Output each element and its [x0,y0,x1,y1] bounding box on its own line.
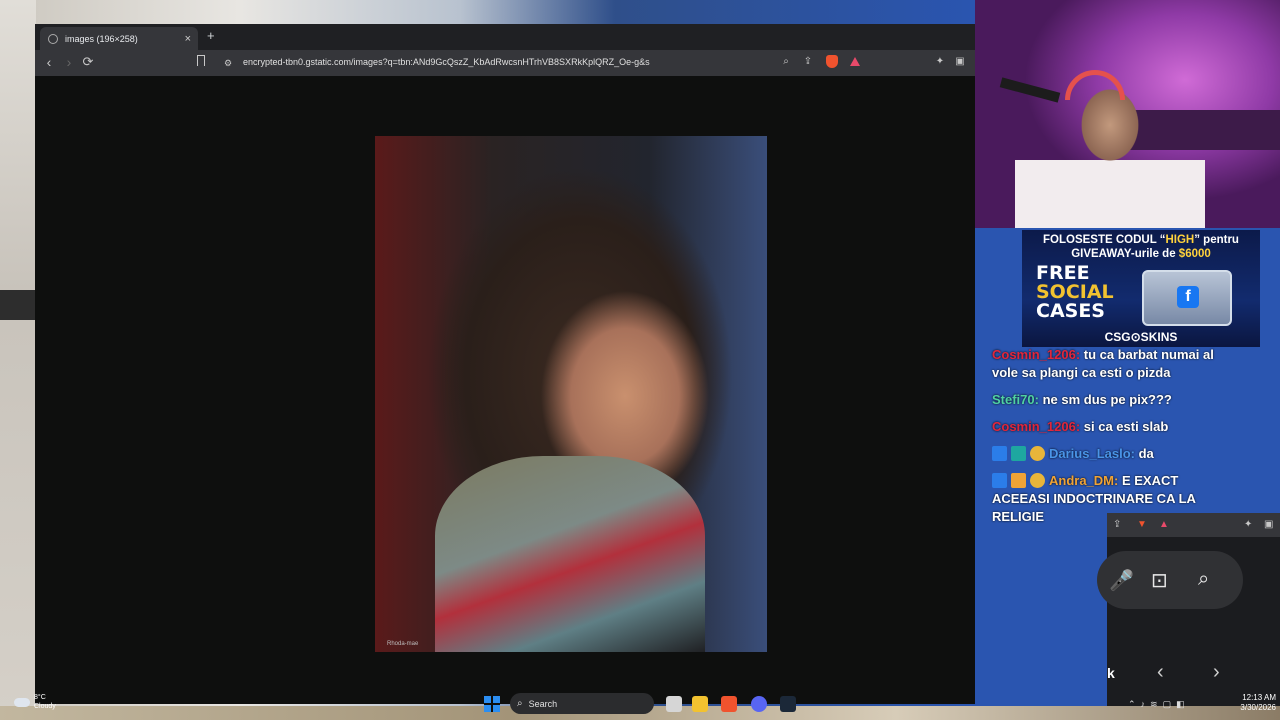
background-left-strip [0,0,36,720]
portrait-scarf [435,456,705,652]
second-browser-window: ⇪ ▼ ▲ ✦ ▣ 🎤 ⊡ ⌕ k ‹ › [1097,513,1280,706]
taskbar-search[interactable]: ⌕ Search [510,693,654,714]
chat-message: Cosmin_1206: tu ca barbat numai al [992,347,1214,362]
camera-search-icon[interactable]: ⊡ [1151,568,1168,593]
search-icon: ⌕ [517,698,523,709]
discord-icon[interactable] [751,696,767,712]
search-icon[interactable]: ⌕ [1198,568,1209,591]
sponsor-line-2: GIVEAWAY-urile de $6000 [1071,248,1211,260]
brave-rewards-icon[interactable]: ▲ [1159,519,1169,530]
extensions-icon[interactable]: ✦ [933,56,947,67]
file-explorer-icon[interactable] [692,696,708,712]
steam-icon[interactable] [780,696,796,712]
second-window-toolbar [1107,513,1280,537]
sponsor-brand: CSG⊙SKINS [1104,330,1178,344]
chat-message: Cosmin_1206: si ca esti slab [992,419,1169,434]
sponsor-banner: FOLOSESTE CODUL “HIGH” pentru GIVEAWAY-u… [1022,230,1260,347]
share-icon[interactable]: ⇪ [801,56,815,67]
brave-rewards-icon[interactable] [850,57,860,66]
weather-widget[interactable]: 8°C Cloudy [14,693,56,711]
globe-icon [48,33,58,44]
clock[interactable]: 12:13 AM 3/30/2026 [1228,693,1276,713]
system-tray: ⌃♪≋▢◧ 12:13 AM 3/30/2026 [1128,692,1280,720]
chat-message: Darius_Laslo: da [992,445,1232,463]
badge-icon [1011,473,1026,488]
crate-image: f [1142,270,1232,326]
chat-message: vole sa plangi ca esti o pizda [992,365,1171,380]
back-button[interactable]: ‹ [40,54,58,70]
brave-shields-icon[interactable]: ▼ [1137,519,1147,530]
browser-window: images (196×258) × + ‹ › ⟳ ⚙ encrypted-t… [35,24,975,704]
sidebar-icon[interactable]: ▣ [1264,519,1273,530]
tray-icons[interactable]: ⌃♪≋▢◧ [1128,699,1190,710]
zoom-icon[interactable]: ⌕ [779,56,793,67]
reload-button[interactable]: ⟳ [79,54,97,70]
image-watermark: Rhoda-mae [387,641,419,647]
site-settings-icon[interactable]: ⚙ [224,58,232,69]
chat-message: Stefi70: ne sm dus pe pix??? [992,392,1172,407]
badge-icon [1011,446,1026,461]
badge-icon [992,446,1007,461]
chat-overlay: Cosmin_1206: tu ca barbat numai al vole … [992,346,1232,535]
share-icon[interactable]: ⇪ [1113,519,1121,530]
partial-text: k [1107,665,1115,681]
weather-desc: Cloudy [34,703,56,710]
microphone-arm [999,77,1061,103]
sponsor-promo: FREE SOCIAL CASES [1036,262,1114,322]
brave-taskbar-icon[interactable] [721,696,737,712]
taskbar-search-label: Search [528,698,558,709]
tab-title: images (196×258) [65,33,138,44]
background-dark-bar [0,290,36,320]
sponsor-line-1: FOLOSESTE CODUL “HIGH” pentru [1043,234,1239,246]
close-tab-icon[interactable]: × [185,33,191,45]
tab-images[interactable]: images (196×258) × [40,27,198,50]
extensions-icon[interactable]: ✦ [1244,519,1252,530]
weather-temp: 8°C [34,694,46,701]
forward-button[interactable]: › [60,54,78,70]
bookmark-icon[interactable] [197,55,205,66]
clock-time: 12:13 AM [1242,693,1276,702]
cloud-icon [14,697,30,707]
task-view-icon[interactable] [666,696,682,712]
new-tab-button[interactable]: + [207,28,215,43]
image-viewer: Rhoda-mae [35,76,975,704]
crown-icon [1030,446,1045,461]
badge-icon [992,473,1007,488]
microphone-icon[interactable]: 🎤 [1109,568,1134,593]
address-bar[interactable]: encrypted-tbn0.gstatic.com/images?q=tbn:… [243,57,650,67]
sidebar-icon[interactable]: ▣ [953,56,967,67]
prev-arrow-icon[interactable]: ‹ [1157,661,1164,684]
crown-icon [1030,473,1045,488]
webcam-overlay [975,0,1280,228]
portrait-image[interactable]: Rhoda-mae [375,136,767,652]
tab-bar: images (196×258) × + [35,24,975,50]
windows-start-icon[interactable] [484,696,500,712]
next-arrow-icon[interactable]: › [1213,661,1220,684]
clock-date: 3/30/2026 [1240,703,1276,712]
brave-shields-icon[interactable] [826,55,838,68]
facebook-icon: f [1177,286,1199,308]
